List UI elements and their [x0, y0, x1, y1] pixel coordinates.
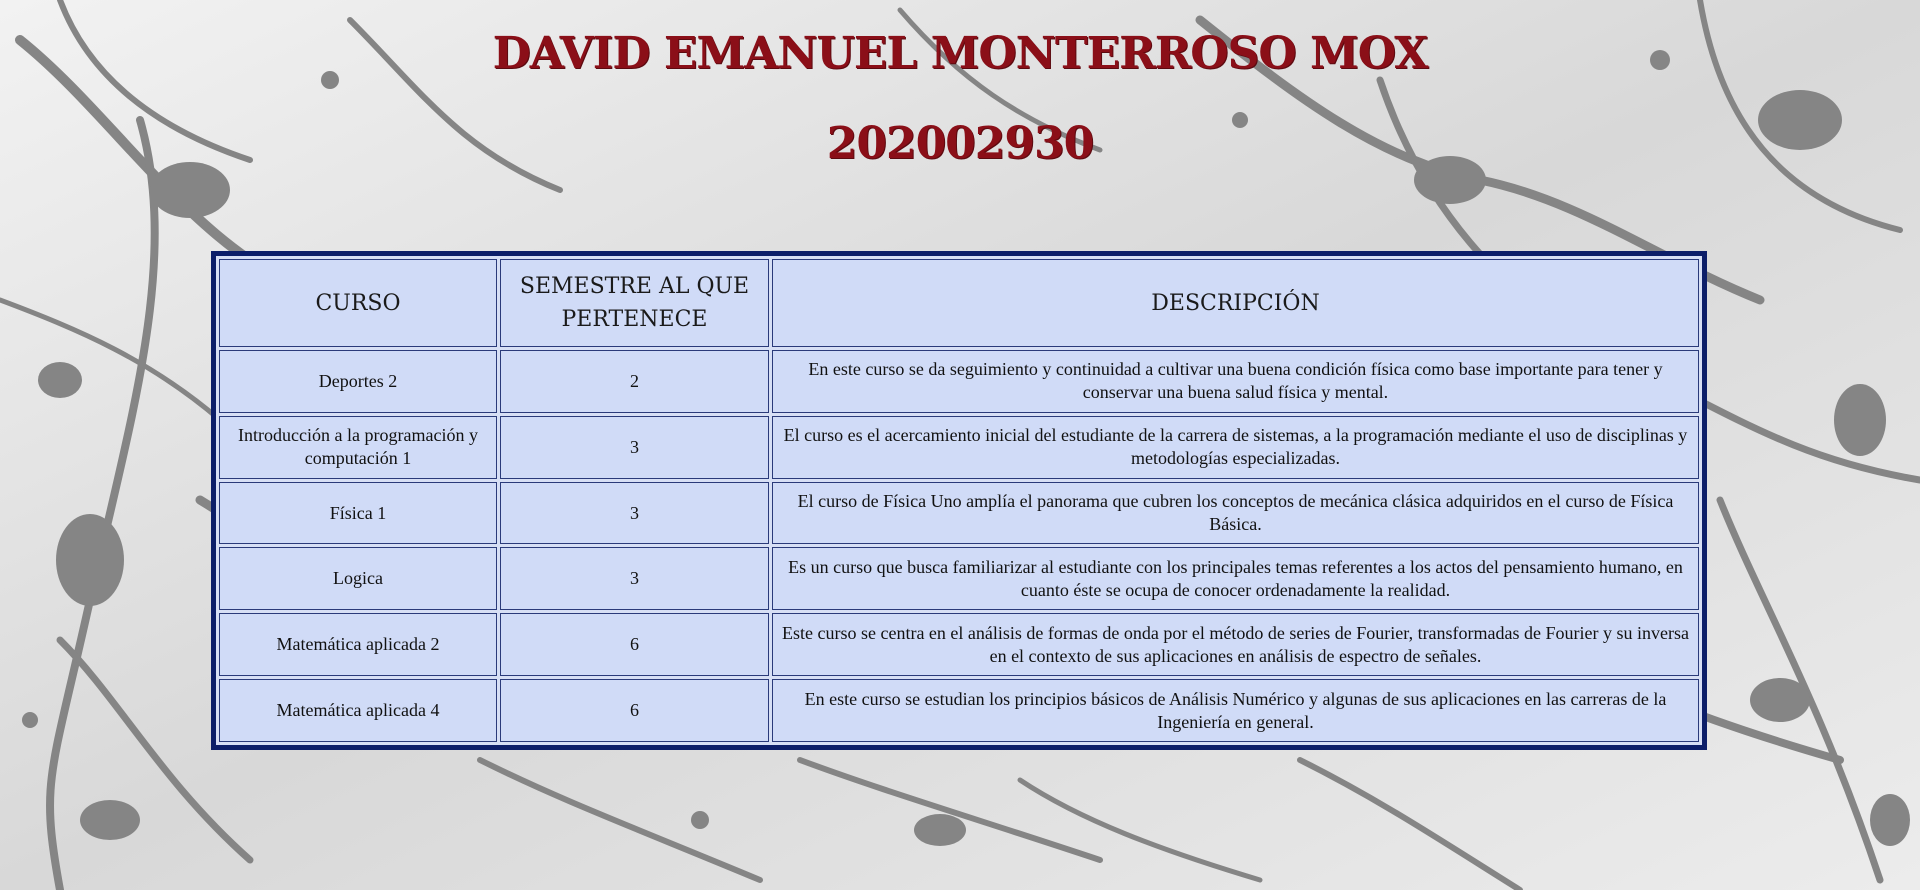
- table-row: Introducción a la programación y computa…: [219, 415, 1699, 479]
- course-cell: Deportes 2: [219, 350, 497, 413]
- column-header-course: CURSO: [219, 259, 497, 347]
- courses-table-frame: CURSO SEMESTRE AL QUE PERTENECE DESCRIPC…: [211, 251, 1707, 750]
- table-row: Física 1 3 El curso de Física Uno amplía…: [219, 481, 1699, 545]
- description-cell: En este curso se da seguimiento y contin…: [772, 350, 1699, 413]
- table-row: Logica 3 Es un curso que busca familiari…: [219, 547, 1699, 611]
- semester-cell: 2: [500, 350, 769, 413]
- description-cell: Este curso se centra en el análisis de f…: [772, 613, 1699, 677]
- table-row: Deportes 2 2 En este curso se da seguimi…: [219, 350, 1699, 413]
- description-cell: El curso de Física Uno amplía el panoram…: [772, 481, 1699, 545]
- course-cell: Matemática aplicada 2: [219, 613, 497, 677]
- description-cell: Es un curso que busca familiarizar al es…: [772, 547, 1699, 611]
- semester-cell: 3: [500, 481, 769, 545]
- table-header-row: CURSO SEMESTRE AL QUE PERTENECE DESCRIPC…: [219, 259, 1699, 347]
- column-header-semester: SEMESTRE AL QUE PERTENECE: [500, 259, 769, 347]
- student-name-heading: DAVID EMANUEL MONTERROSO MOX: [492, 28, 1429, 79]
- table-row: Matemática aplicada 4 6 En este curso se…: [219, 679, 1699, 742]
- semester-cell: 6: [500, 679, 769, 742]
- description-cell: El curso es el acercamiento inicial del …: [772, 415, 1699, 479]
- description-cell: En este curso se estudian los principios…: [772, 679, 1699, 742]
- semester-cell: 3: [500, 547, 769, 611]
- table-row: Matemática aplicada 2 6 Este curso se ce…: [219, 613, 1699, 677]
- course-cell: Matemática aplicada 4: [219, 679, 497, 742]
- column-header-description: DESCRIPCIÓN: [772, 259, 1699, 347]
- course-cell: Logica: [219, 547, 497, 611]
- courses-table: CURSO SEMESTRE AL QUE PERTENECE DESCRIPC…: [216, 256, 1702, 745]
- course-cell: Física 1: [219, 481, 497, 545]
- course-cell: Introducción a la programación y computa…: [219, 415, 497, 479]
- student-id-heading: 202002930: [826, 118, 1095, 169]
- semester-cell: 6: [500, 613, 769, 677]
- semester-cell: 3: [500, 415, 769, 479]
